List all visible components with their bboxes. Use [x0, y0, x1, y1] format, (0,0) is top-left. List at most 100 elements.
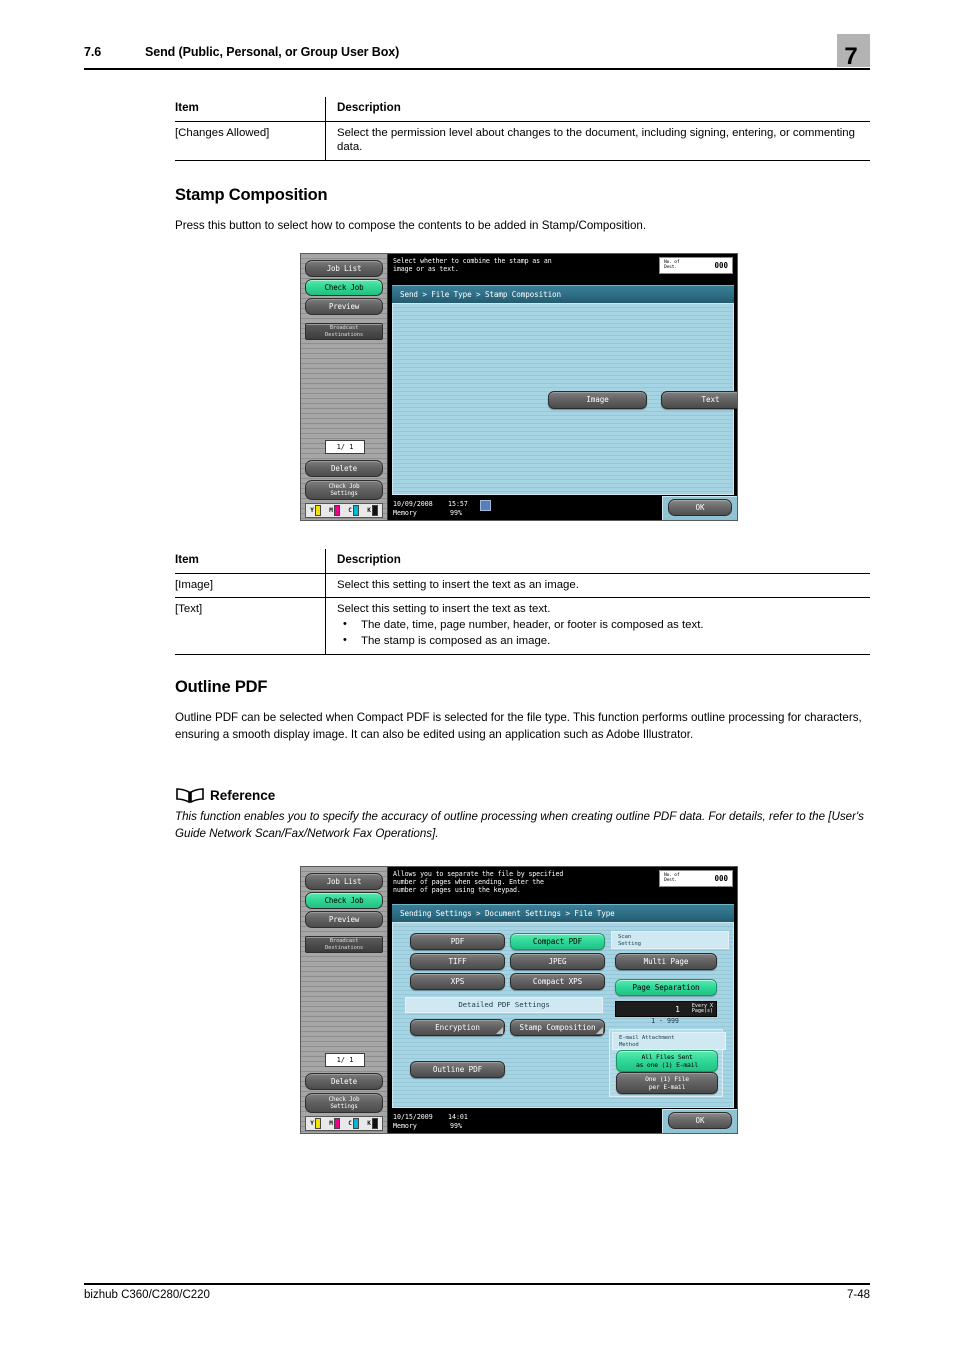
- toner-cell-m: M: [329, 505, 340, 516]
- panel2-stamp-composition-button[interactable]: Stamp Composition: [510, 1019, 605, 1036]
- panel1-message-area: Select whether to combine the stamp as a…: [388, 254, 737, 284]
- panel1-text-button[interactable]: Text: [661, 391, 737, 409]
- panel2-every-pages-range: 1 - 999: [651, 1017, 679, 1025]
- panel2-compact-pdf-button[interactable]: Compact PDF: [510, 933, 605, 950]
- table1-row0-item: [Changes Allowed]: [175, 121, 326, 161]
- toner-swatch-m: [333, 505, 340, 516]
- header-section-number: 7.6: [84, 45, 102, 59]
- panel2-check-job-settings-button[interactable]: Check Job Settings: [305, 1093, 383, 1113]
- panel1-image-button[interactable]: Image: [548, 391, 647, 409]
- heading-stamp-composition: Stamp Composition: [175, 186, 328, 204]
- panel2-encryption-label: Encryption: [435, 1023, 480, 1032]
- toner-cell-k: K: [367, 505, 378, 516]
- submenu-corner-icon: [496, 1027, 503, 1034]
- toner-cell-m: M: [329, 1118, 340, 1129]
- reference-heading: Reference: [175, 786, 375, 808]
- header-section-title: Send (Public, Personal, or Group User Bo…: [145, 45, 400, 59]
- panel2-dest-label-line2: Dest.: [664, 878, 677, 883]
- panel2-one-file-per-email-button[interactable]: One (1) File per E-mail: [616, 1072, 718, 1094]
- mfp-screenshot-stamp-composition: Job List Check Job Preview Broadcast Des…: [300, 253, 738, 521]
- panel2-tiff-button[interactable]: TIFF: [410, 953, 505, 970]
- panel1-dest-label: No. of Dest.: [664, 260, 680, 270]
- panel2-broadcast-line2: Destinations: [324, 945, 363, 951]
- panel2-email-attachment-group: E-mail Attachment Method All Files Sent …: [609, 1029, 726, 1097]
- panel2-memory-value: 99%: [450, 1122, 462, 1130]
- panel2-breadcrumb: Sending Settings > Document Settings > F…: [392, 904, 734, 922]
- panel1-main-screen: Select whether to combine the stamp as a…: [388, 254, 737, 520]
- panel2-main-screen: Allows you to separate the file by speci…: [388, 867, 737, 1133]
- panel2-xps-button[interactable]: XPS: [410, 973, 505, 990]
- panel2-broadcast-destinations-button[interactable]: Broadcast Destinations: [305, 936, 383, 953]
- panel2-job-list-button[interactable]: Job List: [305, 873, 383, 890]
- panel2-memory-label: Memory: [393, 1122, 417, 1130]
- panel2-message-area: Allows you to separate the file by speci…: [388, 867, 737, 903]
- panel2-check-job-button[interactable]: Check Job: [305, 892, 383, 909]
- paragraph-stamp-composition: Press this button to select how to compo…: [175, 219, 647, 232]
- list-item: The stamp is composed as an image.: [337, 632, 870, 649]
- table1-header-description: Description: [325, 97, 870, 122]
- panel2-message-text: Allows you to separate the file by speci…: [393, 870, 564, 894]
- panel2-outline-pdf-button[interactable]: Outline PDF: [410, 1061, 505, 1078]
- toner-swatch-k: [371, 1118, 378, 1129]
- panel2-all-files-one-email-button[interactable]: All Files Sent as one (1) E-mail: [616, 1050, 718, 1072]
- panel2-all-files-line1: All Files Sent: [641, 1053, 693, 1061]
- panel1-check-job-settings-line2: Settings: [330, 490, 358, 497]
- panel1-status-bar: 10/09/2008 15:57 Memory 99% OK: [388, 496, 737, 520]
- panel1-memory-label: Memory: [393, 509, 417, 517]
- panel2-every-pages-label: Every X Page(s): [691, 1003, 713, 1015]
- submenu-corner-icon: [596, 1027, 603, 1034]
- panel1-job-list-button[interactable]: Job List: [305, 260, 383, 277]
- panel2-broadcast-line1: Broadcast: [329, 938, 359, 944]
- table-row: [Image] Select this setting to insert th…: [175, 573, 870, 599]
- toner-swatch-k: [371, 505, 378, 516]
- mfp-screenshot-file-type: Job List Check Job Preview Broadcast Des…: [300, 866, 738, 1134]
- table1-header-item: Item: [175, 97, 326, 122]
- toner-label-y: Y: [310, 1120, 314, 1127]
- panel2-content-area: PDF Compact PDF TIFF JPEG XPS Compact XP…: [392, 922, 734, 1108]
- toner-cell-k: K: [367, 1118, 378, 1129]
- panel2-email-attachment-label: E-mail Attachment Method: [612, 1032, 726, 1050]
- panel2-every-pages-label-line2: Page(s): [691, 1008, 713, 1015]
- panel1-delete-button[interactable]: Delete: [305, 460, 383, 477]
- panel2-compact-xps-button[interactable]: Compact XPS: [510, 973, 605, 990]
- chapter-number: 7: [844, 43, 858, 70]
- panel2-pdf-button[interactable]: PDF: [410, 933, 505, 950]
- network-status-icon: [480, 500, 491, 511]
- panel2-ok-button[interactable]: OK: [668, 1112, 732, 1129]
- table-changes-allowed: Item Description [Changes Allowed] Selec…: [175, 97, 870, 161]
- panel2-detailed-pdf-settings-label: Detailed PDF Settings: [405, 997, 603, 1013]
- panel2-stamp-composition-label: Stamp Composition: [519, 1023, 596, 1032]
- panel2-delete-button[interactable]: Delete: [305, 1073, 383, 1090]
- toner-swatch-y: [314, 1118, 321, 1129]
- table-row: [Changes Allowed] Select the permission …: [175, 121, 870, 161]
- panel2-operation-sidebar: Job List Check Job Preview Broadcast Des…: [301, 867, 388, 1133]
- panel1-memory-value: 99%: [450, 509, 462, 517]
- panel1-breadcrumb: Send > File Type > Stamp Composition: [392, 285, 734, 303]
- panel2-status-time: 14:01: [448, 1113, 468, 1121]
- table2-row0-item: [Image]: [175, 573, 326, 599]
- table2-row1-description: Select this setting to insert the text a…: [337, 603, 551, 616]
- panel2-preview-button[interactable]: Preview: [305, 911, 383, 928]
- panel2-one-file-line1: One (1) File: [645, 1075, 689, 1083]
- panel2-multi-page-button[interactable]: Multi Page: [615, 953, 717, 970]
- toner-label-c: C: [348, 507, 352, 514]
- panel2-scan-setting-line1: Scan: [618, 934, 632, 940]
- panel2-jpeg-button[interactable]: JPEG: [510, 953, 605, 970]
- panel1-check-job-button[interactable]: Check Job: [305, 279, 383, 296]
- toner-label-k: K: [367, 507, 371, 514]
- panel2-page-separation-button[interactable]: Page Separation: [615, 979, 717, 996]
- toner-label-m: M: [329, 1120, 333, 1127]
- panel1-broadcast-destinations-button[interactable]: Broadcast Destinations: [305, 323, 383, 340]
- panel2-dest-value: 000: [714, 874, 728, 883]
- toner-cell-y: Y: [310, 1118, 321, 1129]
- paragraph-outline-pdf: Outline PDF can be selected when Compact…: [175, 711, 862, 741]
- reference-label: Reference: [210, 788, 276, 803]
- toner-cell-c: C: [348, 1118, 359, 1129]
- panel2-check-job-settings-line1: Check Job: [328, 1096, 360, 1103]
- panel2-every-pages-field[interactable]: 1 Every X Page(s): [615, 1001, 717, 1017]
- panel1-preview-button[interactable]: Preview: [305, 298, 383, 315]
- book-icon: [175, 786, 205, 809]
- panel1-ok-button[interactable]: OK: [668, 499, 732, 516]
- panel1-check-job-settings-button[interactable]: Check Job Settings: [305, 480, 383, 500]
- panel2-encryption-button[interactable]: Encryption: [410, 1019, 505, 1036]
